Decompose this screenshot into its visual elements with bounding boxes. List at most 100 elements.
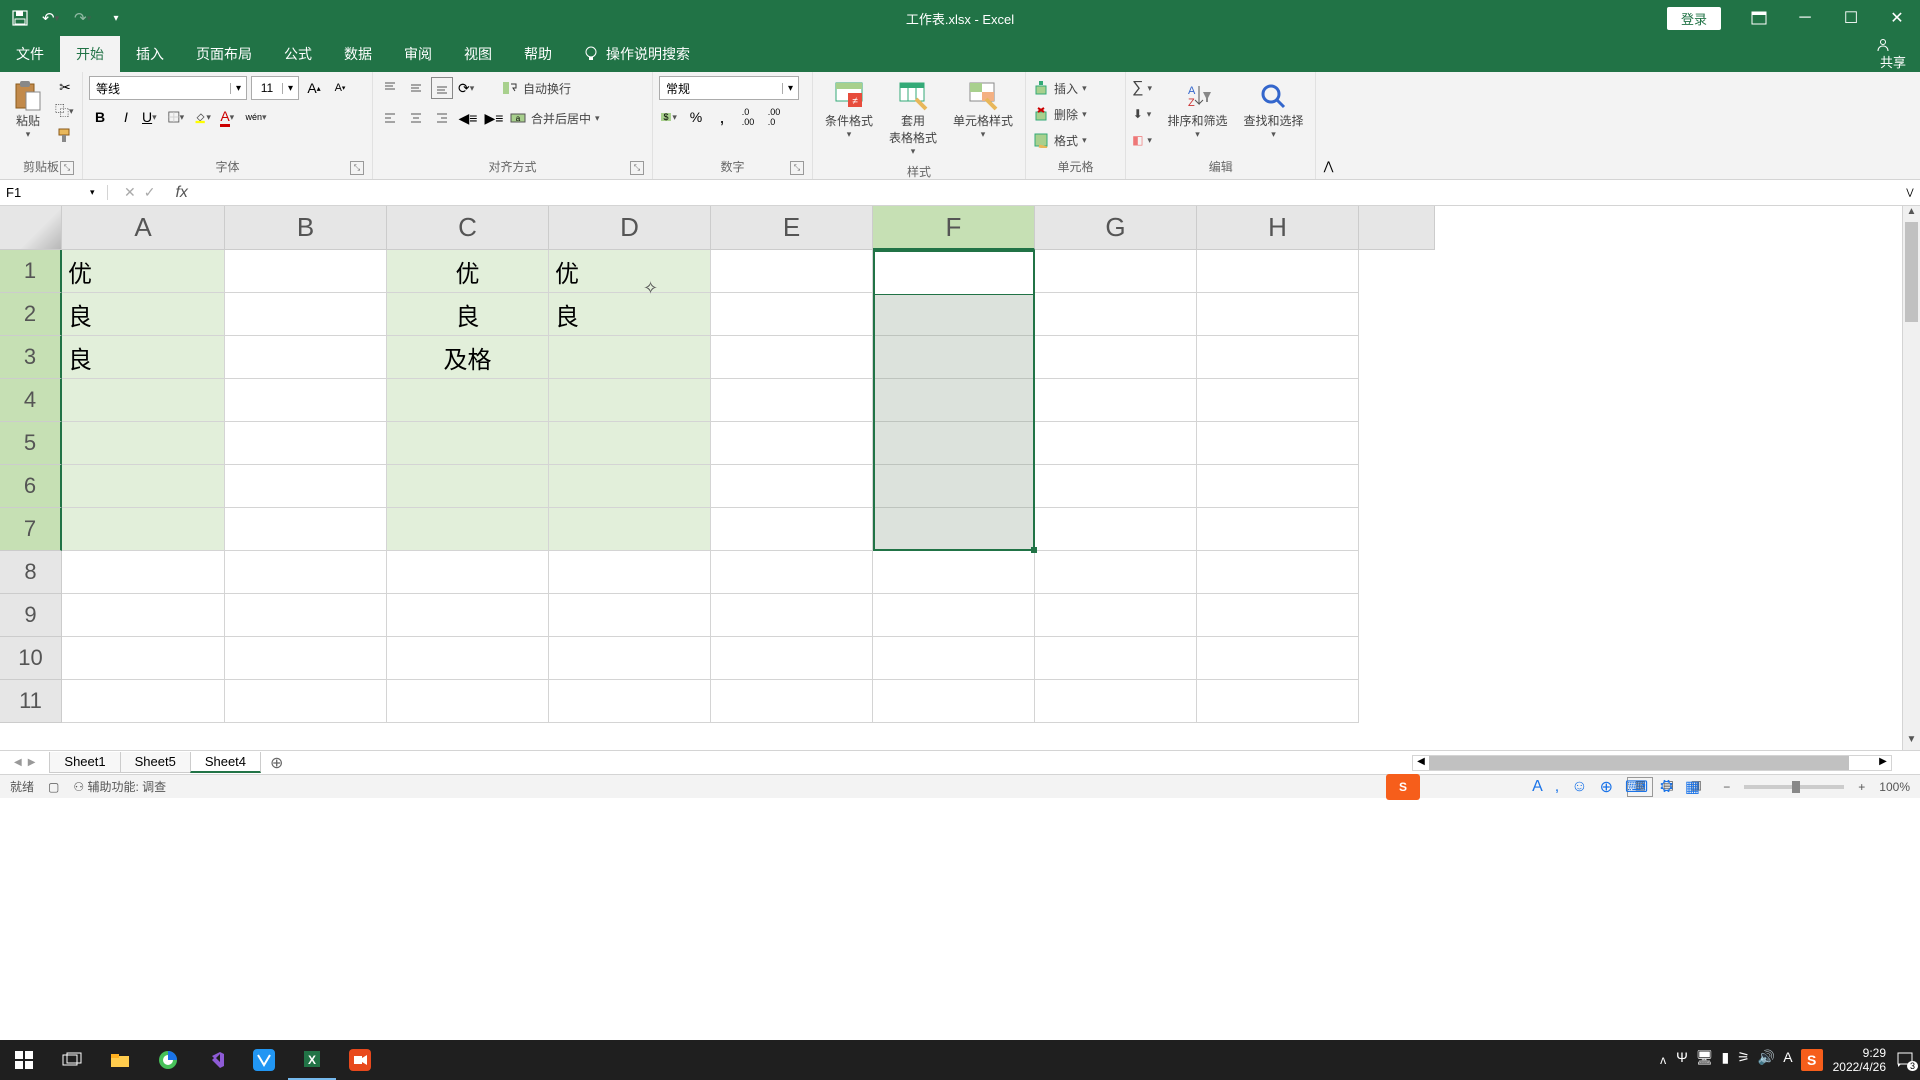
col-header-B[interactable]: B [225,206,387,250]
cell-B11[interactable] [225,680,387,723]
row-header-4[interactable]: 4 [0,379,62,422]
cell-H3[interactable] [1197,336,1359,379]
cell-E5[interactable] [711,422,873,465]
tab-data[interactable]: 数据 [328,36,388,72]
decrease-indent-icon[interactable]: ◀≡ [457,107,479,129]
italic-icon[interactable]: I [115,106,137,128]
cell-D9[interactable] [549,594,711,637]
row-header-6[interactable]: 6 [0,465,62,508]
cell-E6[interactable] [711,465,873,508]
cell-C7[interactable] [387,508,549,551]
cell-A10[interactable] [62,637,225,680]
cell-A3[interactable]: 良 [62,336,225,379]
col-header-E[interactable]: E [711,206,873,250]
increase-decimal-icon[interactable]: .0.00 [737,106,759,128]
wrap-text-button[interactable]: 自动换行 [501,76,571,100]
cell-E10[interactable] [711,637,873,680]
cell-C2[interactable]: 良 [387,293,549,336]
file-explorer-icon[interactable] [96,1040,144,1080]
cell-D6[interactable] [549,465,711,508]
delete-cells-button[interactable]: 删除▾ [1032,102,1092,126]
cell-B8[interactable] [225,551,387,594]
col-header-G[interactable]: G [1035,206,1197,250]
cell-D11[interactable] [549,680,711,723]
zoom-in-icon[interactable]: + [1858,780,1865,794]
cell-C1[interactable]: 优 [387,250,549,293]
collapse-ribbon-icon[interactable]: ⋀ [1316,72,1340,179]
row-header-3[interactable]: 3 [0,336,62,379]
cell-E4[interactable] [711,379,873,422]
ribbon-options-icon[interactable] [1736,0,1782,36]
font-color-icon[interactable]: A▾ [219,106,241,128]
col-header-A[interactable]: A [62,206,225,250]
sheet-tab-Sheet5[interactable]: Sheet5 [120,752,191,773]
tab-formulas[interactable]: 公式 [268,36,328,72]
align-top-icon[interactable] [379,77,401,99]
cell-C3[interactable]: 及格 [387,336,549,379]
tray-volume-icon[interactable]: 🔊 [1758,1049,1775,1071]
ime-grid-icon[interactable]: ▦ [1685,777,1700,797]
bold-icon[interactable]: B [89,106,111,128]
vs-icon[interactable] [192,1040,240,1080]
cell-D8[interactable] [549,551,711,594]
tray-ime-lang[interactable]: A [1783,1049,1792,1071]
cell-F8[interactable] [873,551,1035,594]
cell-B4[interactable] [225,379,387,422]
cell-A6[interactable] [62,465,225,508]
cell-H6[interactable] [1197,465,1359,508]
camtasia-icon[interactable] [336,1040,384,1080]
tray-overflow-icon[interactable]: ʌ [1660,1053,1666,1067]
cell-G1[interactable] [1035,250,1197,293]
cell-A4[interactable] [62,379,225,422]
cell-A9[interactable] [62,594,225,637]
zoom-level[interactable]: 100% [1879,780,1910,794]
cell-G10[interactable] [1035,637,1197,680]
alignment-launcher-icon[interactable]: ⤡ [630,161,644,175]
row-header-2[interactable]: 2 [0,293,62,336]
cell-F4[interactable] [873,379,1035,422]
cell-G3[interactable] [1035,336,1197,379]
scroll-down-icon[interactable]: ▼ [1903,734,1920,750]
font-size-combo[interactable]: ▾ [251,76,299,100]
cell-B5[interactable] [225,422,387,465]
tray-sogou-icon[interactable]: S [1801,1049,1823,1071]
border-icon[interactable]: ▾ [167,106,189,128]
horizontal-scrollbar[interactable]: ◀ ▶ [1412,755,1892,771]
row-header-1[interactable]: 1 [0,250,62,293]
zoom-slider[interactable] [1744,785,1844,789]
tab-tell-me[interactable]: 操作说明搜索 [568,36,706,72]
cell-B9[interactable] [225,594,387,637]
fill-color-icon[interactable]: ▾ [193,106,215,128]
decrease-decimal-icon[interactable]: .00.0 [763,106,785,128]
formula-input[interactable] [192,185,1900,200]
col-header-C[interactable]: C [387,206,549,250]
cell-E9[interactable] [711,594,873,637]
expand-formula-bar-icon[interactable]: ⋁ [1900,187,1920,198]
row-header-11[interactable]: 11 [0,680,62,723]
ime-punct-icon[interactable]: , [1555,778,1559,796]
ime-keyboard-icon[interactable]: ⌨ [1625,777,1648,797]
row-header-5[interactable]: 5 [0,422,62,465]
accounting-format-icon[interactable]: $▾ [659,106,681,128]
cell-G9[interactable] [1035,594,1197,637]
find-select-button[interactable]: 查找和选择▾ [1237,76,1309,144]
cell-D4[interactable] [549,379,711,422]
accessibility-status[interactable]: ⚇ 辅助功能: 调查 [73,778,166,795]
cancel-formula-icon[interactable]: ✕ [124,184,136,201]
copy-icon[interactable]: ⿻▾ [54,100,76,122]
cell-H8[interactable] [1197,551,1359,594]
paste-button[interactable]: 粘贴 ▾ [6,76,50,144]
comma-icon[interactable]: , [711,106,733,128]
align-bottom-icon[interactable] [431,77,453,99]
start-button[interactable] [0,1040,48,1080]
cell-F5[interactable] [873,422,1035,465]
cell-C10[interactable] [387,637,549,680]
ime-mic-icon[interactable]: ⊕ [1600,777,1613,797]
cell-H11[interactable] [1197,680,1359,723]
taskview-icon[interactable] [48,1040,96,1080]
vertical-scrollbar[interactable]: ▲ ▼ [1902,206,1920,750]
login-button[interactable]: 登录 [1667,7,1721,30]
cell-D1[interactable]: 优 [549,250,711,293]
row-header-10[interactable]: 10 [0,637,62,680]
phonetic-icon[interactable]: wén▾ [245,106,267,128]
